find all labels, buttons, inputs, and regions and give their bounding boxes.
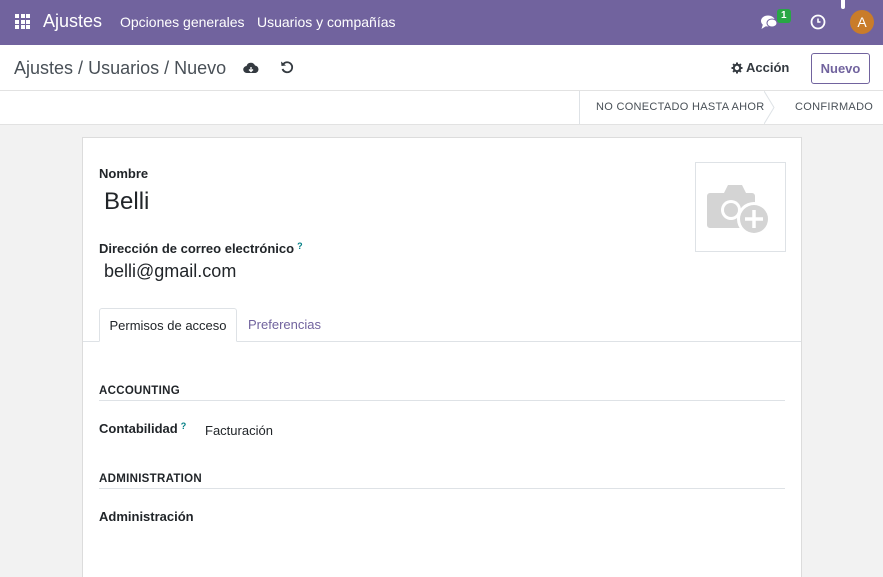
- action-button[interactable]: Acción: [731, 60, 789, 75]
- status-stage-confirmed[interactable]: CONFIRMADO: [795, 91, 873, 124]
- breadcrumb-current: Nuevo: [174, 58, 227, 78]
- name-field[interactable]: Belli: [104, 188, 149, 216]
- form-sheet: Nombre Belli Dirección de correo electró…: [82, 137, 802, 577]
- section-divider: [99, 488, 785, 489]
- control-panel: Ajustes / Usuarios / Nuevo Acción Nuevo: [0, 45, 883, 91]
- section-title-accounting: ACCOUNTING: [99, 385, 180, 397]
- menu-usuarios-companias[interactable]: Usuarios y compañías: [257, 14, 396, 30]
- breadcrumb: Ajustes / Usuarios / Nuevo: [14, 58, 226, 79]
- contabilidad-label: Contabilidad?: [99, 421, 186, 436]
- form-tabs: Permisos de acceso Preferencias: [83, 308, 801, 342]
- name-label: Nombre: [99, 166, 149, 181]
- camera-plus-icon: [707, 185, 771, 236]
- tab-permisos-de-acceso[interactable]: Permisos de acceso: [99, 308, 237, 342]
- section-divider: [99, 400, 785, 401]
- action-label: Acción: [746, 60, 790, 75]
- tab-preferencias[interactable]: Preferencias: [248, 308, 321, 342]
- breadcrumb-ajustes[interactable]: Ajustes: [14, 58, 73, 78]
- section-title-administration: ADMINISTRATION: [99, 473, 203, 485]
- scroll-indicator: [841, 0, 845, 9]
- app-brand[interactable]: Ajustes: [43, 11, 102, 32]
- photo-upload[interactable]: [695, 162, 786, 252]
- undo-icon[interactable]: [280, 60, 294, 74]
- new-button[interactable]: Nuevo: [811, 53, 870, 84]
- apps-grid-icon[interactable]: [15, 14, 30, 29]
- stage-arrow-icon: [764, 91, 775, 124]
- email-label-text: Dirección de correo electrónico: [99, 241, 295, 256]
- help-tooltip-icon[interactable]: ?: [297, 241, 303, 251]
- help-tooltip-icon[interactable]: ?: [181, 421, 187, 431]
- email-field[interactable]: belli@gmail.com: [104, 261, 236, 282]
- user-avatar[interactable]: A: [850, 10, 874, 34]
- chat-count-badge: 1: [777, 9, 791, 23]
- contabilidad-label-text: Contabilidad: [99, 421, 178, 436]
- chat-icon[interactable]: [760, 14, 778, 30]
- gear-icon: [731, 62, 743, 73]
- status-stage-not-connected[interactable]: NO CONECTADO HASTA AHORA: [579, 91, 774, 124]
- administracion-label: Administración: [99, 509, 194, 524]
- status-bar: NO CONECTADO HASTA AHORA CONFIRMADO: [0, 91, 883, 125]
- cloud-save-icon[interactable]: [243, 62, 259, 74]
- breadcrumb-usuarios[interactable]: Usuarios: [88, 58, 159, 78]
- breadcrumb-separator: /: [78, 58, 84, 78]
- contabilidad-select[interactable]: Facturación: [205, 423, 273, 438]
- email-label: Dirección de correo electrónico?: [99, 241, 303, 256]
- top-navbar: Ajustes Opciones generales Usuarios y co…: [0, 0, 883, 45]
- clock-icon[interactable]: [810, 14, 826, 30]
- breadcrumb-separator: /: [164, 58, 170, 78]
- menu-opciones-generales[interactable]: Opciones generales: [120, 14, 245, 30]
